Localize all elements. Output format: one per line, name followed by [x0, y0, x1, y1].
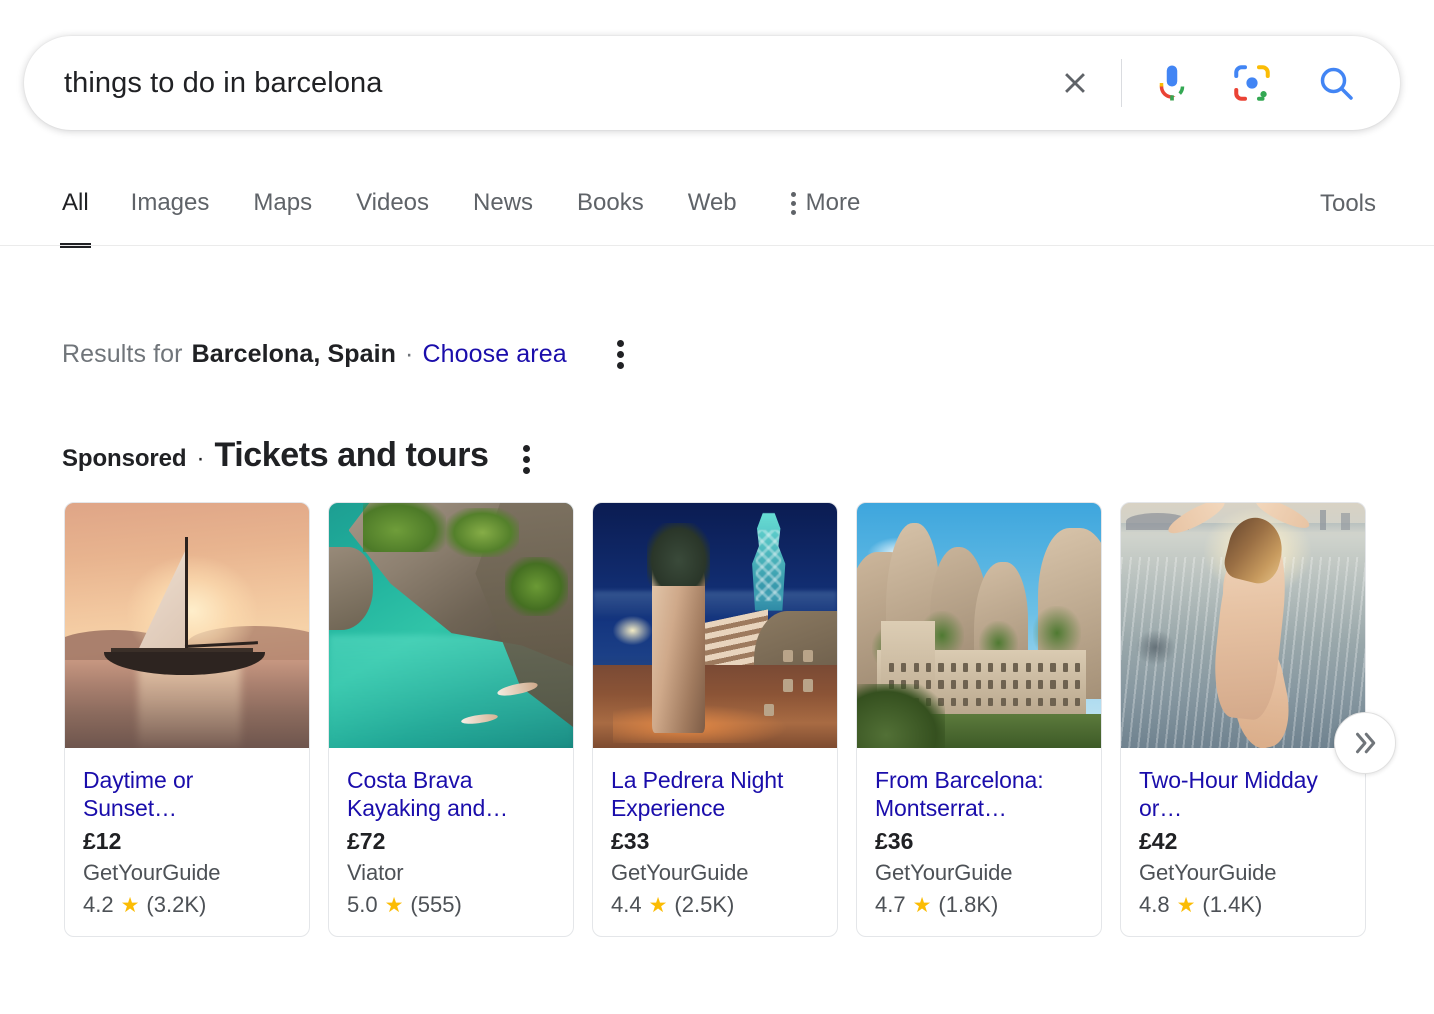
sea-jump-sunset-photo[interactable]: [1121, 503, 1365, 748]
card-title[interactable]: Daytime or Sunset…: [83, 766, 293, 822]
card-price: £42: [1139, 828, 1349, 855]
review-count: (2.5K): [674, 892, 734, 918]
results-location-bar: Results for Barcelona, Spain · Choose ar…: [62, 334, 630, 375]
card-title[interactable]: Costa Brava Kayaking and…: [347, 766, 557, 822]
double-chevron-right-icon: [1350, 728, 1380, 758]
google-lens-icon[interactable]: [1224, 55, 1280, 111]
card-body: Daytime or Sunset… £12 GetYourGuide 4.2 ★ (3.…: [65, 748, 309, 936]
card-rating: 4.4 ★ (2.5K): [611, 892, 821, 918]
star-icon: ★: [385, 895, 404, 916]
tab-list: AllImagesMapsVideosNewsBooksWeb: [0, 176, 759, 230]
rating-value: 4.8: [1139, 892, 1170, 918]
card-merchant: GetYourGuide: [1139, 860, 1349, 886]
sunset-sailboat-photo[interactable]: [65, 503, 309, 748]
sponsored-card[interactable]: Two-Hour Midday or… £42 GetYourGuide 4.8 ★ (1…: [1120, 502, 1366, 937]
review-count: (1.4K): [1202, 892, 1262, 918]
star-icon: ★: [649, 895, 668, 916]
sponsored-label: Sponsored: [62, 445, 186, 473]
card-rating: 4.8 ★ (1.4K): [1139, 892, 1349, 918]
card-price: £36: [875, 828, 1085, 855]
card-body: Costa Brava Kayaking and… £72 Viator 5.0 ★ (5…: [329, 748, 573, 936]
card-merchant: GetYourGuide: [611, 860, 821, 886]
star-icon: ★: [1177, 895, 1196, 916]
review-count: (555): [410, 892, 461, 918]
rating-value: 4.7: [875, 892, 906, 918]
tab-images[interactable]: Images: [109, 176, 232, 230]
search-divider: [1121, 59, 1122, 107]
tab-news[interactable]: News: [451, 176, 555, 230]
more-label: More: [806, 189, 861, 217]
review-count: (3.2K): [146, 892, 206, 918]
search-input[interactable]: [64, 67, 1051, 100]
sponsored-card[interactable]: Costa Brava Kayaking and… £72 Viator 5.0 ★ (5…: [328, 502, 574, 937]
card-merchant: GetYourGuide: [875, 860, 1085, 886]
tab-books[interactable]: Books: [555, 176, 666, 230]
montserrat-monastery-photo[interactable]: [857, 503, 1101, 748]
rating-value: 4.4: [611, 892, 642, 918]
kayaking-cove-photo[interactable]: [329, 503, 573, 748]
search-nav-tabs: AllImagesMapsVideosNewsBooksWeb More Too…: [0, 176, 1434, 244]
sponsored-separator: ·: [196, 445, 204, 473]
card-price: £33: [611, 828, 821, 855]
star-icon: ★: [913, 895, 932, 916]
tab-maps[interactable]: Maps: [231, 176, 334, 230]
tab-web[interactable]: Web: [666, 176, 759, 230]
card-body: Two-Hour Midday or… £42 GetYourGuide 4.8 ★ (1…: [1121, 748, 1365, 936]
tab-all[interactable]: All: [42, 176, 109, 230]
card-price: £72: [347, 828, 557, 855]
sponsored-section-title: Tickets and tours: [214, 436, 488, 475]
card-merchant: Viator: [347, 860, 557, 886]
sponsored-card[interactable]: Daytime or Sunset… £12 GetYourGuide 4.2 ★ (3.…: [64, 502, 310, 937]
search-submit-icon[interactable]: [1308, 55, 1364, 111]
results-separator: ·: [405, 340, 413, 369]
star-icon: ★: [121, 895, 140, 916]
more-tabs-button[interactable]: More: [773, 176, 879, 230]
vertical-dots-icon: [791, 192, 796, 215]
vertical-dots-icon: [617, 340, 624, 369]
card-body: La Pedrera Night Experience £33 GetYourGui…: [593, 748, 837, 936]
carousel-next-button[interactable]: [1334, 712, 1396, 774]
card-rating: 4.7 ★ (1.8K): [875, 892, 1085, 918]
card-price: £12: [83, 828, 293, 855]
sponsored-options-button[interactable]: [523, 445, 530, 474]
sponsored-card[interactable]: La Pedrera Night Experience £33 GetYourGui…: [592, 502, 838, 937]
choose-area-link[interactable]: Choose area: [422, 340, 566, 369]
card-body: From Barcelona: Montserrat… £36 GetYourGui…: [857, 748, 1101, 936]
tab-videos[interactable]: Videos: [334, 176, 451, 230]
card-title[interactable]: Two-Hour Midday or…: [1139, 766, 1349, 822]
search-bar-container: [24, 36, 1400, 130]
la-pedrera-rooftop-night-photo[interactable]: [593, 503, 837, 748]
location-options-button[interactable]: [611, 334, 630, 375]
card-title[interactable]: From Barcelona: Montserrat…: [875, 766, 1085, 822]
card-merchant: GetYourGuide: [83, 860, 293, 886]
tabs-bottom-divider: [0, 245, 1434, 246]
results-for-prefix: Results for: [62, 340, 183, 369]
clear-icon[interactable]: [1051, 59, 1099, 107]
rating-value: 5.0: [347, 892, 378, 918]
card-rating: 4.2 ★ (3.2K): [83, 892, 293, 918]
vertical-dots-icon: [523, 445, 530, 474]
review-count: (1.8K): [938, 892, 998, 918]
tools-button[interactable]: Tools: [1320, 190, 1376, 218]
search-bar[interactable]: [24, 36, 1400, 130]
sponsored-cards-carousel: Daytime or Sunset… £12 GetYourGuide 4.2 ★ (3.…: [64, 502, 1366, 937]
card-rating: 5.0 ★ (555): [347, 892, 557, 918]
microphone-icon[interactable]: [1144, 55, 1200, 111]
sponsored-section-header: Sponsored · Tickets and tours: [62, 436, 530, 475]
results-location-name: Barcelona, Spain: [192, 340, 396, 369]
sponsored-card[interactable]: From Barcelona: Montserrat… £36 GetYourGui…: [856, 502, 1102, 937]
card-title[interactable]: La Pedrera Night Experience: [611, 766, 821, 822]
rating-value: 4.2: [83, 892, 114, 918]
